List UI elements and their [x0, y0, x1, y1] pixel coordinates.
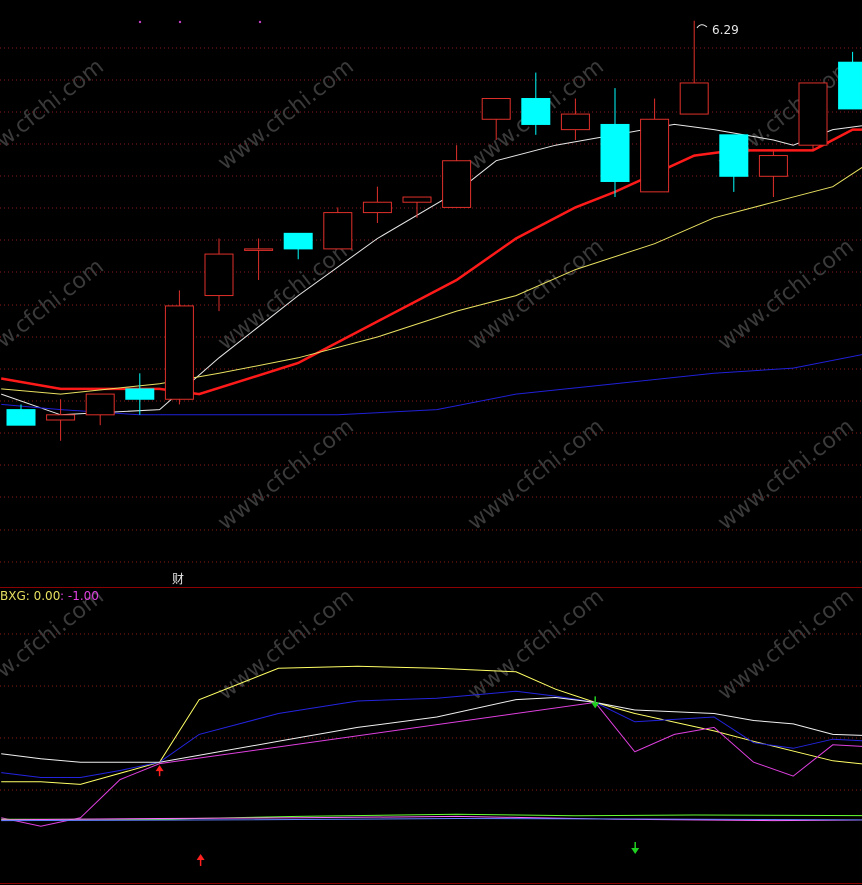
candle-body [798, 82, 828, 146]
arrow-head [631, 848, 640, 854]
candle-body [323, 212, 353, 250]
candle [323, 207, 353, 250]
candle-body [244, 248, 274, 251]
candle-body [283, 232, 313, 250]
watermark-text: www.cfchi.com [463, 584, 608, 705]
indicator-name-label: BXG: 0.00 [0, 589, 60, 603]
candle-body [600, 123, 630, 182]
candle [46, 399, 76, 441]
watermark-text: www.cfchi.com [463, 414, 608, 535]
watermark-text: www.cfchi.com [713, 584, 858, 705]
price-dots [138, 20, 262, 24]
moving-average-line [1, 166, 862, 395]
candle [85, 393, 115, 426]
indicator-line [1, 701, 862, 827]
candle-body [640, 118, 670, 193]
legend-dot-2 [178, 20, 182, 24]
candle [362, 186, 392, 223]
candle-body [758, 155, 788, 177]
candle [283, 232, 313, 260]
candle-body [481, 98, 511, 120]
candle [402, 196, 432, 218]
candle-body [164, 305, 194, 400]
candle [758, 150, 788, 198]
candle [244, 238, 274, 280]
indicator-line [1, 696, 862, 763]
candle [719, 134, 749, 192]
indicator-value-label: : -1.00 [60, 589, 99, 603]
peak-pointer [696, 24, 708, 29]
watermark-text: www.cfchi.com [213, 54, 358, 175]
arrow-head [155, 765, 164, 772]
price-panel[interactable] [0, 20, 862, 441]
candle-body [85, 393, 115, 416]
candle [204, 238, 234, 312]
candle-body [719, 134, 749, 177]
candle [679, 20, 709, 115]
candle [164, 290, 194, 405]
candle [125, 373, 155, 415]
candle-body [521, 98, 551, 125]
watermark-text: www.cfchi.com [213, 414, 358, 535]
buy-signal-arrow [155, 765, 164, 777]
candle-body [560, 113, 590, 131]
legend-dot-1 [138, 20, 142, 24]
candle-body [679, 82, 709, 115]
watermark-text: www.cfchi.com [0, 54, 109, 175]
candle-body [402, 196, 432, 203]
moving-average-line [1, 354, 862, 416]
candle [640, 98, 670, 193]
candle-body [6, 409, 36, 426]
watermark-text: www.cfchi.com [213, 584, 358, 705]
candle-body [46, 414, 76, 421]
peak-price-label: 6.29 [712, 23, 739, 37]
finance-marker[interactable]: 财 [172, 572, 184, 586]
arrow-head [196, 854, 205, 860]
candle-body [125, 388, 155, 400]
candle-body [362, 201, 392, 214]
watermark-text: www.cfchi.com [463, 234, 608, 355]
stock-chart[interactable]: www.cfchi.com www.cfchi.com www.cfchi.com w… [0, 0, 862, 885]
candle-body [204, 253, 234, 297]
legend-dot-3 [258, 20, 262, 24]
candle [798, 82, 828, 151]
watermark-text: www.cfchi.com [713, 414, 858, 535]
sell-signal-arrow [631, 842, 640, 854]
candle-body [442, 160, 472, 208]
candle [600, 88, 630, 198]
candle-body [838, 61, 862, 110]
indicator-line [1, 690, 862, 778]
buy-signal-arrow [196, 854, 205, 866]
candle [6, 404, 36, 426]
